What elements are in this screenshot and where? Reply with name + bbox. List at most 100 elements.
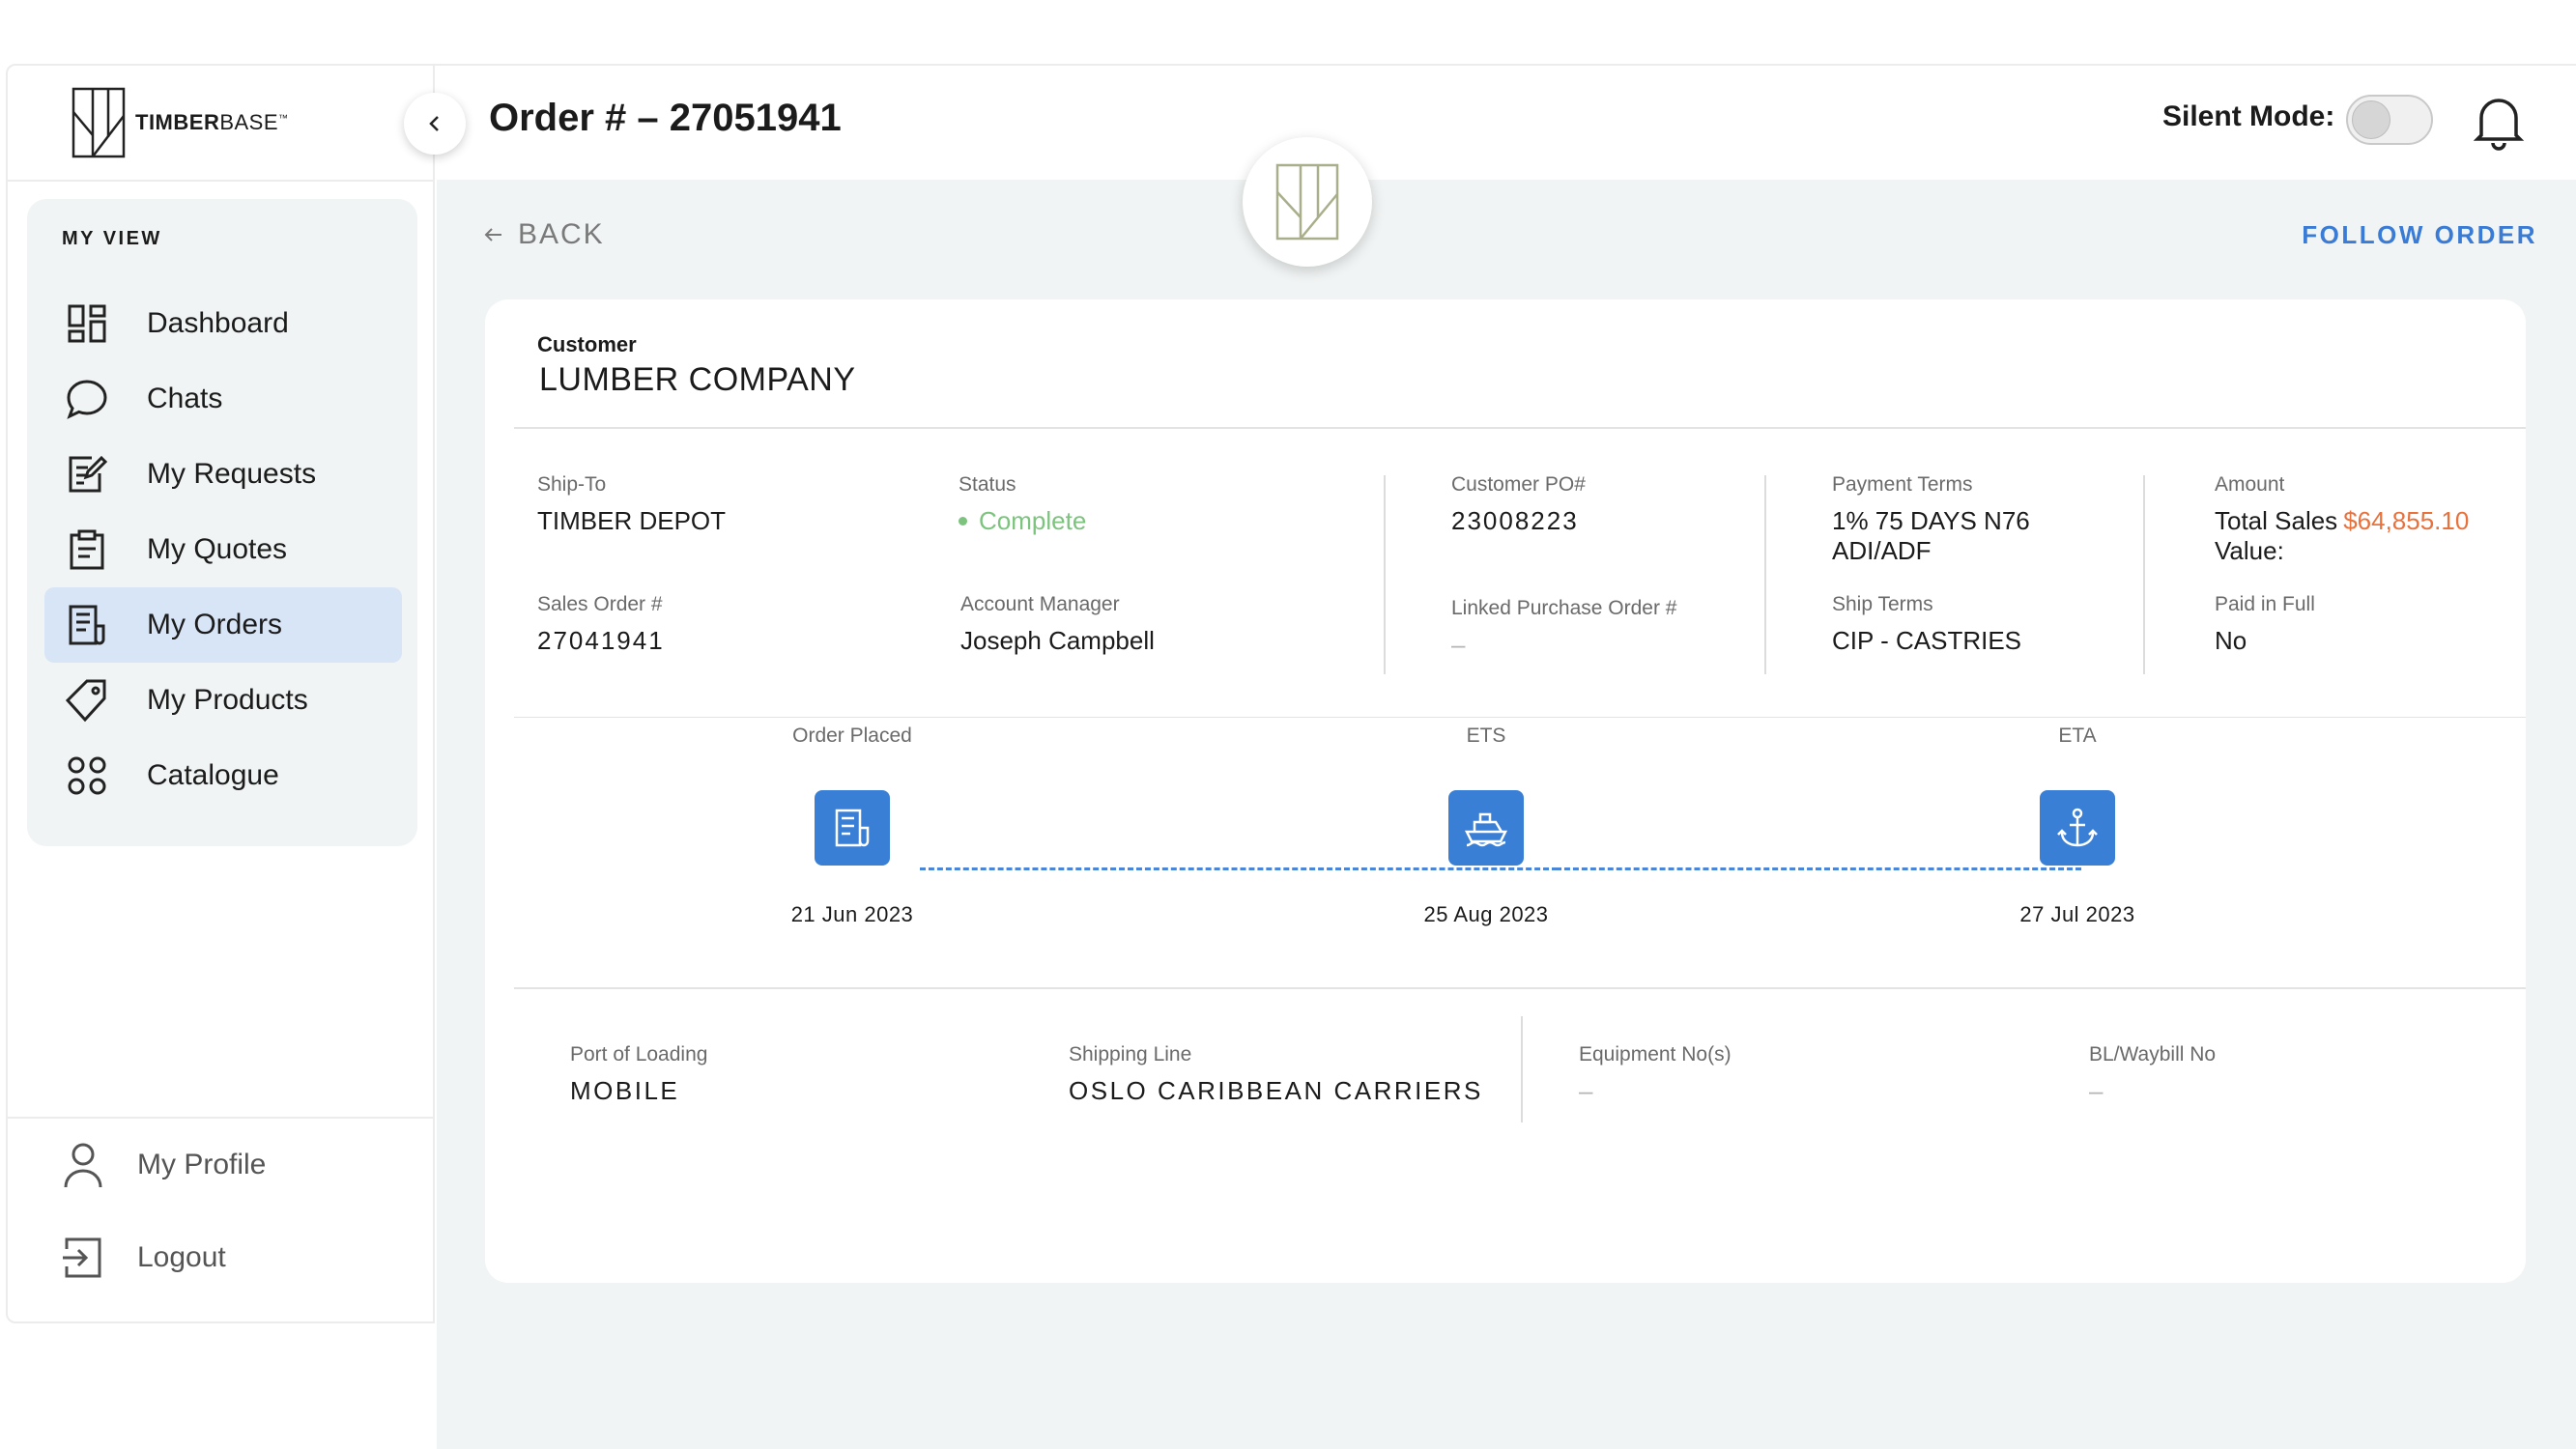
total-sales-amount: $64,855.10 [2343, 506, 2470, 535]
sidebar-item-catalogue[interactable]: Catalogue [44, 738, 402, 813]
customer-po-value: 23008223 [1451, 506, 1579, 535]
arrow-left-icon [484, 228, 501, 242]
order-timeline: Order Placed 21 Jun 2023 ETS 25 Aug 2023… [485, 724, 2526, 956]
payment-terms-label: Payment Terms [1832, 473, 1973, 496]
document-icon [815, 790, 890, 866]
ship-terms-field: Ship Terms CIP - CASTRIES [1832, 593, 2021, 656]
account-manager-label: Account Manager [960, 593, 1120, 615]
sidebar-nav: Dashboard Chats My Requests My Quotes My… [44, 286, 402, 813]
sales-order-label: Sales Order # [537, 593, 663, 615]
sidebar-item-my-profile[interactable]: My Profile [8, 1119, 435, 1211]
sidebar-bottom: My Profile Logout [8, 1117, 435, 1323]
back-link[interactable]: BACK [483, 218, 605, 251]
status-label: Status [959, 473, 1016, 496]
linked-po-value: – [1451, 630, 1466, 659]
sidebar-item-chats[interactable]: Chats [44, 361, 402, 437]
timeline-label: ETS [1466, 724, 1506, 747]
status-badge: Complete [959, 506, 1086, 536]
sidebar-item-label: My Requests [147, 458, 317, 490]
timeline-label: Order Placed [792, 724, 912, 747]
sidebar-item-label: Dashboard [147, 307, 289, 339]
sidebar-item-label: Catalogue [147, 759, 279, 791]
ship-to-label: Ship-To [537, 473, 607, 496]
bl-label: BL/Waybill No [2089, 1043, 2217, 1065]
page-title: Order # – 27051941 [489, 97, 842, 139]
port-label: Port of Loading [570, 1043, 708, 1065]
collapse-sidebar-button[interactable] [404, 93, 466, 155]
chevron-left-icon [429, 116, 439, 131]
ship-terms-label: Ship Terms [1832, 593, 1933, 615]
shipping-line-value: OSLO CARIBBEAN CARRIERS [1069, 1076, 1483, 1105]
linked-po-label: Linked Purchase Order # [1451, 597, 1677, 619]
status-field: Status Complete [959, 473, 1086, 536]
toggle-knob [2352, 100, 2390, 139]
app-window: TIMBERBASE™ MY VIEW Dashboard Chats My R… [6, 64, 2576, 1449]
silent-mode-toggle[interactable] [2346, 95, 2433, 145]
equipment-label: Equipment No(s) [1579, 1043, 1732, 1065]
brand[interactable]: TIMBERBASE™ [8, 66, 435, 182]
status-dot [959, 517, 967, 526]
sidebar-item-label: Chats [147, 383, 223, 414]
amount-label: Amount [2215, 473, 2285, 496]
timeline-step-ets: ETS 25 Aug 2023 [1341, 724, 1631, 927]
back-label: BACK [518, 218, 605, 250]
sidebar-item-my-requests[interactable]: My Requests [44, 437, 402, 512]
sidebar-item-my-quotes[interactable]: My Quotes [44, 512, 402, 587]
request-edit-icon [64, 451, 110, 497]
amount-field: Amount Total Sales $64,855.10 Value: [2215, 473, 2469, 566]
timeline-label: ETA [2058, 724, 2097, 747]
account-manager-field: Account Manager Joseph Campbell [960, 593, 1155, 656]
sidebar-item-label: Logout [137, 1241, 226, 1273]
sidebar-item-label: My Profile [137, 1149, 267, 1180]
equipment-value: – [1579, 1076, 1593, 1105]
paid-in-full-label: Paid in Full [2215, 593, 2315, 615]
timeline-step-order-placed: Order Placed 21 Jun 2023 [707, 724, 997, 927]
customer-label: Customer [537, 332, 637, 356]
divider [514, 427, 2526, 429]
tag-icon [64, 677, 110, 724]
paid-in-full-field: Paid in Full No [2215, 593, 2315, 656]
shipping-line-field: Shipping Line OSLO CARIBBEAN CARRIERS [1069, 1043, 1483, 1106]
sidebar-item-my-products[interactable]: My Products [44, 663, 402, 738]
port-of-loading-field: Port of Loading MOBILE [570, 1043, 707, 1106]
logout-icon [60, 1235, 106, 1281]
customer-po-label: Customer PO# [1451, 473, 1586, 496]
sidebar-item-dashboard[interactable]: Dashboard [44, 286, 402, 361]
paid-in-full-value: No [2215, 626, 2247, 655]
divider [2143, 475, 2145, 674]
ship-icon [1448, 790, 1524, 866]
user-icon [60, 1142, 106, 1188]
clipboard-icon [64, 526, 110, 573]
divider [1384, 475, 1386, 674]
sidebar-item-logout[interactable]: Logout [8, 1211, 435, 1304]
bl-value: – [2089, 1076, 2104, 1105]
sidebar-item-label: My Orders [147, 609, 283, 640]
timeline-date: 25 Aug 2023 [1423, 902, 1549, 926]
divider [1764, 475, 1766, 674]
document-list-icon [64, 602, 110, 648]
bell-icon[interactable] [2472, 93, 2526, 151]
main-content: BACK FOLLOW ORDER Customer LUMBER COMPAN… [437, 137, 2576, 1449]
total-sales-value: Total Sales $64,855.10 Value: [2215, 506, 2470, 565]
timberbase-logo-icon [72, 87, 126, 158]
silent-mode-label: Silent Mode: [2162, 100, 2335, 132]
sidebar: TIMBERBASE™ MY VIEW Dashboard Chats My R… [6, 64, 435, 1323]
sidebar-item-label: My Products [147, 684, 308, 716]
equipment-field: Equipment No(s) – [1579, 1043, 1732, 1106]
follow-order-button[interactable]: FOLLOW ORDER [2302, 220, 2537, 250]
grid-circles-icon [64, 753, 110, 799]
bl-waybill-field: BL/Waybill No – [2089, 1043, 2216, 1106]
order-card: Customer LUMBER COMPANY Ship-To TIMBER D… [485, 299, 2526, 1283]
customer-po-field: Customer PO# 23008223 [1451, 473, 1586, 536]
chat-bubble-icon [64, 376, 110, 422]
timeline-date: 27 Jul 2023 [2019, 902, 2135, 926]
sidebar-item-label: My Quotes [147, 533, 288, 565]
divider [1521, 1016, 1523, 1122]
brand-name: TIMBERBASE™ [135, 110, 289, 134]
header: Order # – 27051941 Silent Mode: [404, 64, 2576, 180]
timeline-step-eta: ETA 27 Jul 2023 [1932, 724, 2222, 927]
shipping-line-label: Shipping Line [1069, 1043, 1192, 1065]
payment-terms-value: 1% 75 DAYS N76 ADI/ADF [1832, 506, 2030, 565]
sidebar-item-my-orders[interactable]: My Orders [44, 587, 402, 663]
anchor-icon [2040, 790, 2115, 866]
